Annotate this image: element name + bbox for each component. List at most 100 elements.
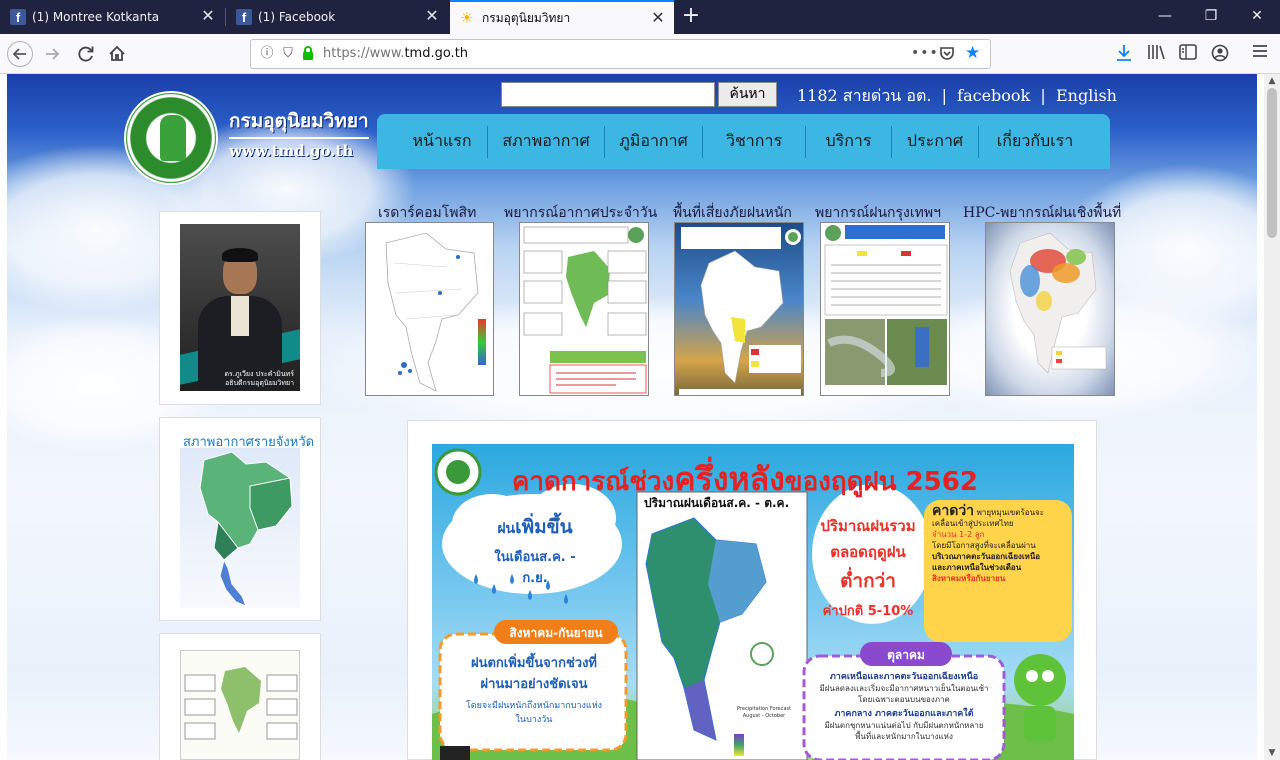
text-part: ในเดือนส.ค. - ก.ย. xyxy=(494,550,576,586)
page-viewport: ค้นหา 1182 สายด่วน อต. | facebook | Engl… xyxy=(7,74,1257,760)
site-search-input[interactable] xyxy=(501,82,715,107)
tab-tmd[interactable]: ☀ กรมอุตุนิยมวิทยา ✕ xyxy=(450,0,674,34)
text-line: โดยเฉพาะตอนบนของภาค xyxy=(858,695,950,704)
text-line: ปริมาณฝนรวม xyxy=(820,517,916,535)
menu-home[interactable]: หน้าแรก xyxy=(397,126,488,158)
tracking-shield-icon[interactable]: ⛉ xyxy=(280,46,296,62)
feature-label-radar[interactable]: เรดาร์คอมโพสิท xyxy=(378,202,476,224)
scroll-down-arrow-icon[interactable]: ▼ xyxy=(1264,748,1280,758)
close-tab-icon[interactable]: ✕ xyxy=(424,8,440,24)
feature-label-heavy-rain-risk[interactable]: พื้นที่เสี่ยงภัยฝนหนัก xyxy=(673,202,792,224)
sun-icon: ☀ xyxy=(460,9,474,27)
lock-icon[interactable] xyxy=(300,46,316,62)
legend-sub: August - October xyxy=(742,713,786,719)
menu-announcements[interactable]: ประกาศ xyxy=(892,126,979,158)
heavy-rain-risk-image[interactable] xyxy=(674,222,804,396)
bangkok-rain-graphic xyxy=(824,225,948,385)
scroll-up-arrow-icon[interactable]: ▲ xyxy=(1264,76,1280,86)
tmd-logo-emblem[interactable] xyxy=(124,91,218,185)
logo-thai-name: กรมอุตุนิยมวิทยา xyxy=(229,106,369,139)
reload-icon xyxy=(78,46,94,62)
new-tab-button[interactable]: + xyxy=(680,4,702,28)
aug-sep-details: ฝนตกเพิ่มขึ้นจากช่วงที่ ผ่านมาอย่างชัดเจ… xyxy=(446,652,622,726)
feature-label-hpc-rain[interactable]: HPC-พยากรณ์ฝนเชิงพื้นที่ xyxy=(963,202,1121,224)
page-scrollbar[interactable]: ▲ ▼ xyxy=(1264,74,1280,760)
text-line: สิงหาคมหรือกันยายน xyxy=(932,574,1006,583)
rainy-season-forecast-poster[interactable]: คาดการณ์ช่วงครึ่งหลังของฤดูฝน 2562 ฝนเพิ… xyxy=(432,444,1074,760)
text-line: ค่าปกติ 5-10% xyxy=(822,604,914,619)
hotline-link[interactable]: 1182 สายด่วน อต. xyxy=(797,86,931,105)
tab-montree[interactable]: f (1) Montree Kotkanta ✕ xyxy=(0,0,224,34)
menu-about[interactable]: เกี่ยวกับเรา xyxy=(979,126,1091,158)
menu-academic[interactable]: วิชาการ xyxy=(703,126,806,158)
text-line: โดยจะมีฝนหนักถึงหนักมากบางแห่ง xyxy=(465,701,603,711)
english-link[interactable]: English xyxy=(1056,86,1117,105)
menu-services[interactable]: บริการ xyxy=(806,126,892,158)
restore-button[interactable]: ❐ xyxy=(1188,0,1234,34)
account-icon[interactable] xyxy=(1210,44,1230,64)
link-separator: | xyxy=(941,86,947,105)
logo-website: www.tmd.go.th xyxy=(229,142,354,160)
browser-tab-strip: f (1) Montree Kotkanta ✕ f (1) Facebook … xyxy=(0,0,1280,34)
back-arrow-icon xyxy=(7,41,33,67)
facebook-link[interactable]: facebook xyxy=(957,86,1030,105)
province-weather-map[interactable] xyxy=(180,448,300,608)
menu-climate[interactable]: ภูมิอากาศ xyxy=(605,126,703,158)
thailand-map-graphic xyxy=(199,451,293,607)
minimize-button[interactable]: — xyxy=(1142,0,1188,34)
main-menu: หน้าแรก สภาพอากาศ ภูมิอากาศ วิชาการ บริก… xyxy=(377,114,1110,169)
text-line: มีฝนลดลงและเริ่มจะมีอากาศหนาวเย็นในตอนเช… xyxy=(819,684,989,693)
url-text[interactable]: https://www.tmd.go.th xyxy=(323,46,468,61)
cloud-rain-increase-text: ฝนเพิ่มขึ้น ในเดือนส.ค. - ก.ย. xyxy=(480,512,590,588)
text-line: ในบางวัน xyxy=(515,715,553,725)
forward-button[interactable] xyxy=(38,40,66,68)
map-legend-text: Precipitation Forecast August - October xyxy=(724,706,804,720)
text-line: ภาคกลาง ภาคตะวันออกและภาคใต้ xyxy=(834,709,974,719)
legend-title: Precipitation Forecast xyxy=(737,706,791,712)
radar-map-graphic xyxy=(370,227,490,392)
close-tab-icon[interactable]: ✕ xyxy=(650,10,666,26)
info-icon[interactable]: ⓘ xyxy=(259,46,275,62)
feature-label-bangkok-rain[interactable]: พยากรณ์ฝนกรุงเทพฯ xyxy=(815,202,941,224)
aug-sep-label: สิงหาคม-กันยายน xyxy=(509,626,603,640)
text-line: ต่ำกว่า xyxy=(840,570,896,592)
scrollbar-thumb[interactable] xyxy=(1267,88,1277,238)
bookmark-star-icon[interactable]: ★ xyxy=(965,43,980,63)
menu-weather[interactable]: สภาพอากาศ xyxy=(488,126,605,158)
feature-label-daily-forecast[interactable]: พยากรณ์อากาศประจำวัน xyxy=(504,202,657,224)
bangkok-rain-image[interactable] xyxy=(820,222,950,396)
hpc-rain-graphic xyxy=(1009,232,1107,374)
pocket-icon[interactable] xyxy=(939,45,955,65)
daily-forecast-image[interactable] xyxy=(519,222,649,396)
hpc-rain-image[interactable] xyxy=(985,222,1115,396)
text-line: ตลอดฤดูฝน xyxy=(830,543,906,561)
close-window-button[interactable]: ✕ xyxy=(1234,0,1280,34)
text-line: พื้นที่และหนักมากในบางแห่ง xyxy=(855,732,953,741)
sidebar-icon[interactable] xyxy=(1178,44,1198,64)
forecast-thumbnail[interactable] xyxy=(180,650,300,760)
downloads-icon[interactable] xyxy=(1114,44,1134,64)
text-line: พายุหมุนเขตร้อนจะ xyxy=(976,508,1045,517)
close-tab-icon[interactable]: ✕ xyxy=(200,8,216,24)
director-photo[interactable]: ดร.ภูเวียง ประคำมินทร์ อธิบดีกรมอุตุนิยม… xyxy=(180,224,300,391)
reload-button[interactable] xyxy=(72,40,100,68)
logo-text[interactable]: กรมอุตุนิยมวิทยา www.tmd.go.th xyxy=(229,106,369,160)
title-part: คาดการณ์ช่วง xyxy=(512,467,675,497)
storm-head: คาดว่า xyxy=(932,503,975,519)
seasonal-total-text: ปริมาณฝนรวม ตลอดฤดูฝน ต่ำกว่า ค่าปกติ 5-… xyxy=(808,514,928,621)
search-button[interactable]: ค้นหา xyxy=(718,82,777,107)
page-actions-icon[interactable]: ••• xyxy=(911,45,939,61)
text-line: ผ่านมาอย่างชัดเจน xyxy=(480,677,588,692)
tab-facebook[interactable]: f (1) Facebook ✕ xyxy=(226,0,448,34)
menu-hamburger-icon[interactable] xyxy=(1250,44,1270,64)
radar-composite-image[interactable] xyxy=(365,222,494,396)
text-emphasis: เพิ่มขึ้น xyxy=(515,516,573,538)
back-button[interactable] xyxy=(6,40,34,68)
text-line: โดยมีโอกาสสูงที่จะเคลื่อนผ่าน xyxy=(932,541,1036,550)
tab-title: (1) Montree Kotkanta xyxy=(32,10,160,24)
shirt-shape xyxy=(231,296,249,336)
text-line: มีฝนตกชุกหนาแน่นต่อไป กับมีฝนตกหนักหลาย xyxy=(824,721,984,730)
library-icon[interactable] xyxy=(1146,44,1166,64)
address-bar[interactable]: ⓘ ⛉ https://www.tmd.go.th ••• ★ xyxy=(250,39,991,69)
home-button[interactable] xyxy=(103,40,131,68)
